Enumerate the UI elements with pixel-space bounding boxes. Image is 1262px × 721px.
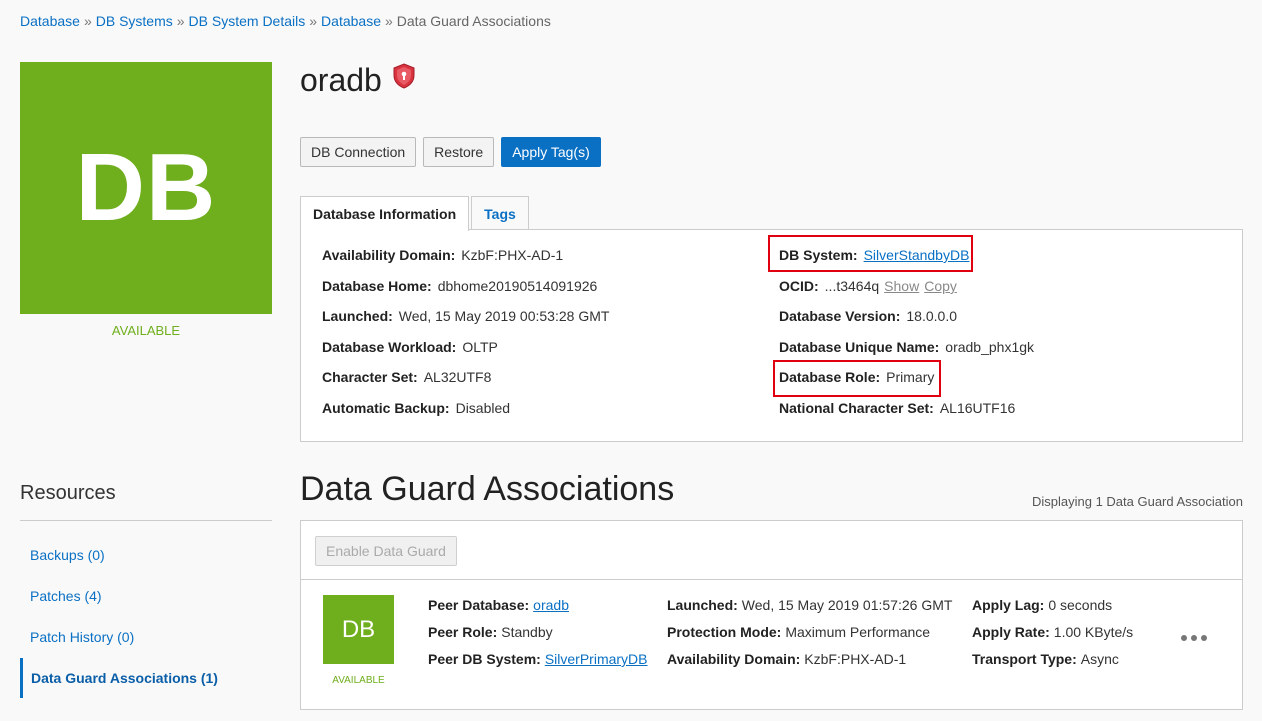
field-database-home: Database Home: dbhome20190514091926 — [322, 278, 598, 294]
database-tile-text: DB — [75, 134, 217, 241]
resource-backups[interactable]: Backups (0) — [20, 535, 272, 575]
field-database-version: Database Version: 18.0.0.0 — [779, 308, 957, 324]
field-database-role: Database Role: Primary — [779, 369, 935, 385]
info-tabs: Database Information Tags — [300, 196, 531, 231]
breadcrumb: Database» DB Systems» DB System Details» Da… — [20, 13, 551, 29]
resource-patch-history[interactable]: Patch History (0) — [20, 617, 272, 657]
data-guard-title: Data Guard Associations — [300, 470, 675, 508]
field-dg-launched: Launched: Wed, 15 May 2019 01:57:26 GMT — [667, 597, 953, 613]
field-availability-domain: Availability Domain: KzbF:PHX-AD-1 — [322, 247, 564, 263]
database-information-panel: Availability Domain: KzbF:PHX-AD-1 Databa… — [300, 229, 1243, 442]
field-automatic-backup: Automatic Backup: Disabled — [322, 400, 511, 416]
field-launched: Launched: Wed, 15 May 2019 00:53:28 GMT — [322, 308, 610, 324]
field-peer-role: Peer Role: Standby — [428, 624, 553, 640]
page-title: oradb — [300, 62, 416, 99]
field-database-unique-name: Database Unique Name: oradb_phx1gk — [779, 339, 1035, 355]
breadcrumb-db-system-details[interactable]: DB System Details — [189, 13, 306, 29]
ocid-show-link[interactable]: Show — [884, 278, 919, 294]
action-toolbar: DB Connection Restore Apply Tag(s) — [300, 137, 601, 167]
db-system-link[interactable]: SilverStandbyDB — [864, 247, 970, 263]
restore-button[interactable]: Restore — [423, 137, 495, 167]
security-shield-icon[interactable] — [392, 62, 416, 89]
row-actions-menu-icon[interactable] — [1181, 635, 1207, 641]
data-guard-count: Displaying 1 Data Guard Association — [1031, 494, 1243, 509]
field-database-workload: Database Workload: OLTP — [322, 339, 498, 355]
resources-heading: Resources — [20, 482, 116, 504]
field-dg-availability-domain: Availability Domain: KzbF:PHX-AD-1 — [667, 651, 907, 667]
enable-data-guard-button[interactable]: Enable Data Guard — [315, 536, 457, 566]
database-tile: DB — [20, 62, 272, 314]
breadcrumb-db-systems[interactable]: DB Systems — [96, 13, 173, 29]
breadcrumb-database-2[interactable]: Database — [321, 13, 381, 29]
database-status: AVAILABLE — [111, 323, 181, 338]
field-ocid: OCID: ...t3464q Show Copy — [779, 278, 957, 294]
field-apply-lag: Apply Lag: 0 seconds — [972, 597, 1113, 613]
ocid-copy-link[interactable]: Copy — [924, 278, 957, 294]
field-national-character-set: National Character Set: AL16UTF16 — [779, 400, 1016, 416]
data-guard-toolbar: Enable Data Guard — [301, 521, 1242, 580]
breadcrumb-database[interactable]: Database — [20, 13, 80, 29]
tab-tags[interactable]: Tags — [471, 196, 529, 230]
field-character-set: Character Set: AL32UTF8 — [322, 369, 492, 385]
peer-database-tile: DB — [323, 595, 394, 664]
peer-database-status: AVAILABLE — [332, 675, 385, 686]
field-db-system: DB System: SilverStandbyDB — [779, 247, 970, 263]
page-title-text: oradb — [300, 62, 382, 98]
resources-divider — [20, 520, 272, 521]
field-transport-type: Transport Type: Async — [972, 651, 1119, 667]
breadcrumb-current: Data Guard Associations — [396, 13, 551, 29]
tab-database-information[interactable]: Database Information — [300, 196, 470, 231]
db-connection-button[interactable]: DB Connection — [300, 137, 417, 167]
field-apply-rate: Apply Rate: 1.00 KByte/s — [972, 624, 1134, 640]
peer-db-system-link[interactable]: SilverPrimaryDB — [545, 651, 648, 667]
peer-database-link[interactable]: oradb — [533, 597, 569, 613]
field-peer-db-system: Peer DB System: SilverPrimaryDB — [428, 651, 648, 667]
data-guard-panel: Enable Data Guard DB AVAILABLE Peer Data… — [300, 520, 1243, 710]
field-protection-mode: Protection Mode: Maximum Performance — [667, 624, 931, 640]
field-peer-database: Peer Database: oradb — [428, 597, 569, 613]
resource-data-guard-associations[interactable]: Data Guard Associations (1) — [20, 658, 272, 698]
resource-patches[interactable]: Patches (4) — [20, 576, 272, 616]
apply-tags-button[interactable]: Apply Tag(s) — [501, 137, 601, 167]
